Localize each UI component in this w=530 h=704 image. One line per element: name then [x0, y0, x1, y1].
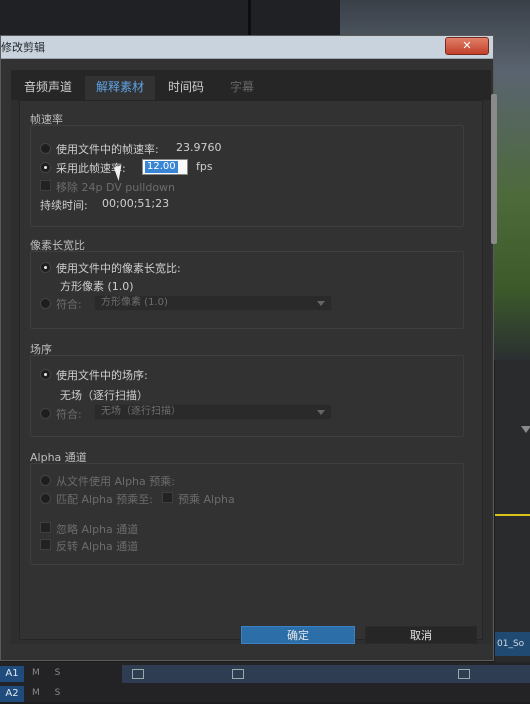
chevron-down-icon: [317, 410, 325, 415]
fx-badge-icon: [132, 669, 144, 679]
modify-clip-dialog: 修改剪辑 ✕ 音频声道 解释素材 时间码 字幕 帧速率 使用文件中的帧速率: 2…: [0, 35, 497, 661]
timeline-clip[interactable]: 01_So: [495, 632, 530, 656]
tab-interpret-footage[interactable]: 解释素材: [85, 76, 155, 100]
tab-bar: 音频声道 解释素材 时间码 字幕: [11, 70, 491, 100]
frame-rate-input-value: 12.00: [145, 161, 178, 173]
file-frame-rate-value: 23.9760: [176, 141, 222, 154]
pixel-aspect-select-value: 方形像素 (1.0): [101, 297, 168, 308]
track-label[interactable]: A2: [0, 686, 24, 702]
conform-field-order-radio[interactable]: [40, 408, 51, 419]
use-file-pixel-aspect-label: 使用文件中的像素长宽比:: [56, 262, 181, 275]
use-file-field-order-label: 使用文件中的场序:: [56, 369, 148, 382]
assume-frame-rate-radio[interactable]: [40, 162, 51, 173]
scrollbar[interactable]: [491, 94, 497, 244]
use-file-field-order-radio[interactable]: [40, 369, 51, 380]
dialog-titlebar[interactable]: 修改剪辑 ✕: [1, 36, 493, 59]
use-file-alpha-label: 从文件使用 Alpha 预乘:: [56, 475, 175, 488]
use-file-frame-rate-radio[interactable]: [40, 143, 51, 154]
ok-button[interactable]: 确定: [241, 626, 355, 644]
conform-field-order-label: 符合:: [56, 408, 82, 421]
fps-unit: fps: [196, 160, 213, 173]
tab-captions[interactable]: 字幕: [217, 76, 267, 100]
duration-value: 00;00;51;23: [102, 197, 170, 210]
field-order-select[interactable]: 无场（逐行扫描）: [94, 404, 332, 420]
close-icon: ✕: [462, 39, 472, 52]
ignore-alpha-label: 忽略 Alpha 通道: [56, 523, 139, 536]
track-label[interactable]: A1: [0, 666, 24, 682]
pixel-aspect-select[interactable]: 方形像素 (1.0): [94, 295, 332, 311]
panel-divider[interactable]: [248, 0, 251, 40]
conform-pixel-aspect-label: 符合:: [56, 298, 82, 311]
invert-alpha-label: 反转 Alpha 通道: [56, 540, 139, 553]
playhead-line: [495, 514, 530, 516]
tab-audio-channels[interactable]: 音频声道: [15, 76, 81, 100]
premultiplied-label: 预乘 Alpha: [178, 493, 235, 506]
dialog-title: 修改剪辑: [1, 41, 45, 54]
use-file-pixel-aspect-radio[interactable]: [40, 262, 51, 273]
use-file-alpha-radio[interactable]: [40, 475, 51, 486]
interpret-footage-panel: 帧速率 使用文件中的帧速率: 23.9760 采用此帧速率: 12.00 fps…: [19, 100, 483, 640]
chevron-down-icon: [317, 301, 325, 306]
ignore-alpha-checkbox[interactable]: [40, 522, 51, 533]
use-file-frame-rate-label: 使用文件中的帧速率:: [56, 143, 159, 156]
file-pixel-aspect-value: 方形像素 (1.0): [60, 280, 134, 293]
timeline-tracks: A1 M S A2 M S: [0, 662, 530, 702]
pulldown-checkbox[interactable]: [40, 180, 51, 191]
conform-pixel-aspect-radio[interactable]: [40, 298, 51, 309]
premultiplied-checkbox[interactable]: [162, 492, 173, 503]
duration-label: 持续时间:: [40, 199, 88, 212]
fx-badge-icon: [458, 669, 470, 679]
field-order-select-value: 无场（逐行扫描）: [101, 406, 181, 417]
audio-track: A1 M S: [0, 664, 530, 684]
playhead-marker-icon[interactable]: [521, 426, 530, 433]
track-controls[interactable]: M S: [32, 668, 66, 678]
track-lane[interactable]: [122, 665, 530, 683]
track-controls[interactable]: M S: [32, 688, 66, 698]
timeline-background: 01_So: [495, 360, 530, 665]
dialog-body: 音频声道 解释素材 时间码 字幕 帧速率 使用文件中的帧速率: 23.9760 …: [11, 70, 491, 644]
audio-track: A2 M S: [0, 684, 530, 704]
close-button[interactable]: ✕: [445, 37, 489, 55]
conform-alpha-radio[interactable]: [40, 493, 51, 504]
cancel-button[interactable]: 取消: [365, 626, 477, 644]
fx-badge-icon: [232, 669, 244, 679]
conform-alpha-label: 匹配 Alpha 预乘至:: [56, 493, 153, 506]
invert-alpha-checkbox[interactable]: [40, 539, 51, 550]
pulldown-label: 移除 24p DV pulldown: [56, 181, 176, 194]
file-field-order-value: 无场（逐行扫描）: [60, 389, 148, 402]
tab-timecode[interactable]: 时间码: [159, 76, 213, 100]
frame-rate-input[interactable]: 12.00: [142, 159, 188, 175]
